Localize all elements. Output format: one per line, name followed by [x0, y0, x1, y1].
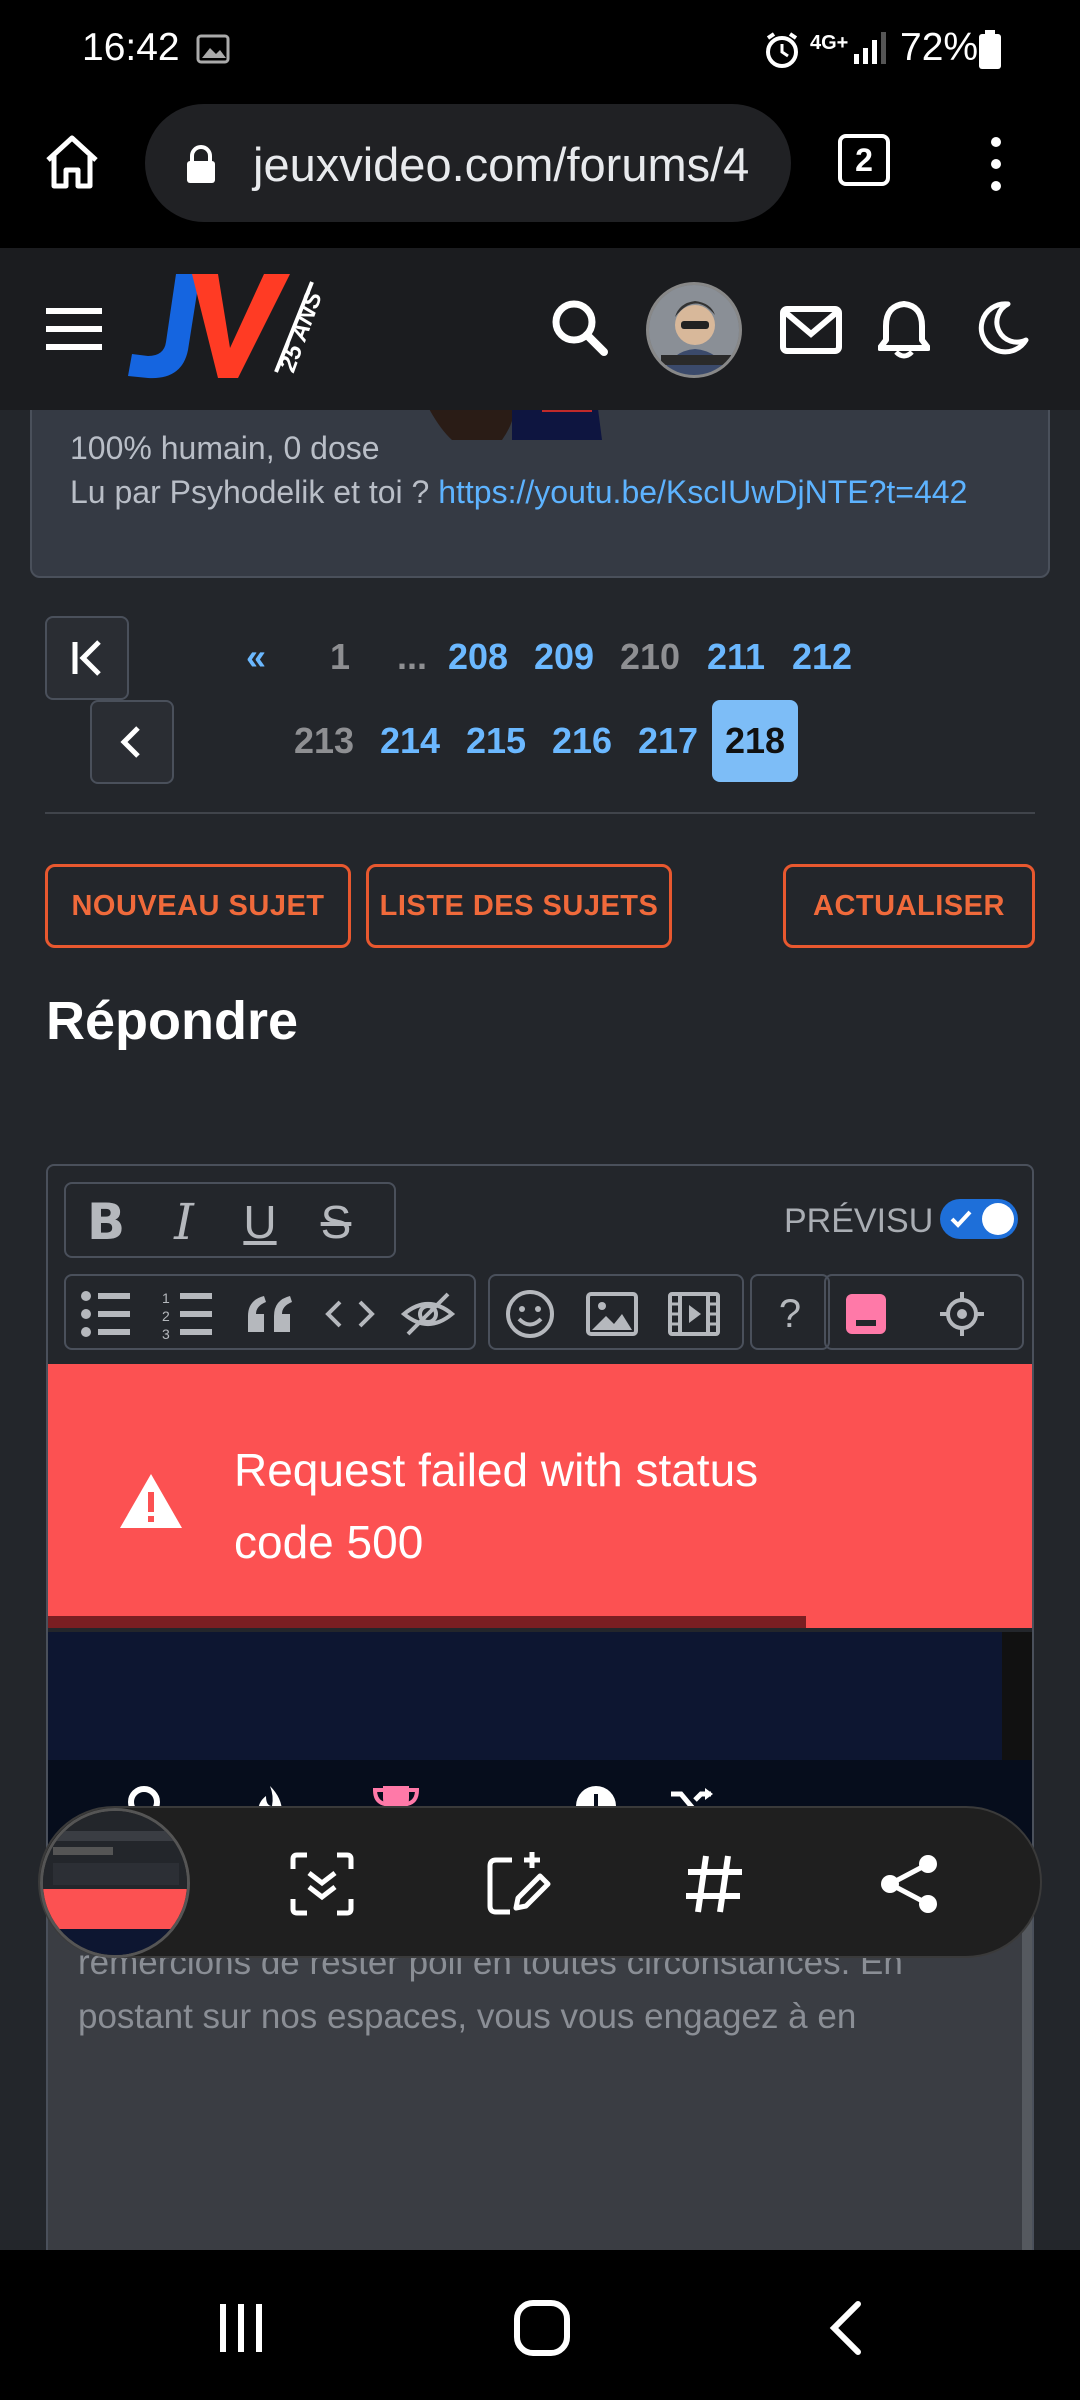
screenshot-thumbnail[interactable]	[40, 1808, 190, 1958]
page-link[interactable]: 214	[370, 720, 450, 762]
mail-icon[interactable]	[780, 306, 842, 354]
lock-icon	[185, 144, 217, 184]
media-toolbar-group	[488, 1274, 744, 1350]
signature-line-1: 100% humain, 0 dose	[70, 430, 380, 466]
toggle-knob	[982, 1203, 1014, 1235]
numbered-list-icon[interactable]: 1 2 3	[160, 1286, 216, 1342]
quote-icon[interactable]	[242, 1286, 298, 1342]
settings-icon[interactable]	[934, 1286, 990, 1342]
page-link[interactable]: 217	[628, 720, 708, 762]
toast-timer-remaining	[806, 1616, 1032, 1628]
bold-icon[interactable]: B	[78, 1193, 134, 1251]
svg-text:3: 3	[162, 1326, 170, 1339]
reply-heading: Répondre	[46, 991, 299, 1051]
browser-toolbar: jeuxvideo.com/forums/4 2	[0, 100, 1080, 248]
notifications-icon[interactable]	[878, 298, 930, 360]
site-header: 25 ANS	[0, 248, 1080, 410]
alarm-icon	[762, 30, 802, 70]
refresh-button[interactable]: ACTUALISER	[783, 864, 1035, 948]
code-icon[interactable]	[322, 1286, 378, 1342]
share-icon[interactable]	[872, 1846, 948, 1922]
tab-switcher-button[interactable]: 2	[838, 134, 890, 186]
previous-page-button[interactable]	[90, 700, 174, 784]
reply-editor: B I U S PRÉVISU 1 2 3 ? Request failed wit…	[46, 1164, 1034, 2250]
topic-list-button[interactable]: LISTE DES SUJETS	[366, 864, 672, 948]
preview-toggle[interactable]	[940, 1199, 1018, 1239]
emoji-icon[interactable]	[502, 1286, 558, 1342]
pagination-prev-arrow[interactable]: «	[216, 636, 296, 678]
signal-icon	[852, 30, 888, 66]
signature-image	[392, 410, 622, 442]
error-toast[interactable]: Request failed with status code 500	[48, 1364, 1032, 1628]
page-link[interactable]: 215	[456, 720, 536, 762]
home-icon[interactable]	[40, 130, 104, 194]
extension-toolbar-group	[824, 1274, 1024, 1350]
spoiler-icon[interactable]	[400, 1286, 456, 1342]
dark-mode-icon[interactable]	[974, 300, 1030, 356]
signature-line-2: Lu par Psyhodelik et toi ? https://youtu…	[70, 474, 967, 511]
extension-sticker-icon[interactable]	[838, 1286, 894, 1342]
recent-apps-icon[interactable]	[202, 2288, 282, 2368]
battery-icon	[978, 30, 1002, 70]
url-text: jeuxvideo.com/forums/4	[253, 138, 750, 191]
page-link[interactable]: 209	[524, 636, 604, 678]
new-topic-button[interactable]: NOUVEAU SUJET	[45, 864, 351, 948]
panel-scrollbar[interactable]	[1002, 1632, 1032, 1760]
italic-icon[interactable]: I	[156, 1193, 212, 1251]
page-link[interactable]: 210	[610, 636, 690, 678]
user-avatar[interactable]	[646, 282, 742, 378]
signature-link[interactable]: https://youtu.be/KscIUwDjNTE?t=442	[438, 474, 967, 510]
logo-badge-text: 25 ANS	[274, 287, 328, 376]
first-page-button[interactable]	[45, 616, 129, 700]
page-link[interactable]: 213	[284, 720, 364, 762]
page-link[interactable]: 216	[542, 720, 622, 762]
page-link[interactable]: 1	[300, 636, 380, 678]
system-navigation-bar	[0, 2250, 1080, 2400]
gif-results-panel	[48, 1632, 1032, 1760]
screenshot-toolbar	[38, 1806, 1042, 1958]
search-icon[interactable]	[550, 298, 610, 358]
home-button-icon[interactable]	[502, 2288, 582, 2368]
site-logo[interactable]: 25 ANS	[126, 272, 328, 384]
video-icon[interactable]	[666, 1286, 722, 1342]
help-toolbar-group: ?	[750, 1274, 830, 1350]
hashtag-icon[interactable]	[676, 1846, 752, 1922]
more-options-icon[interactable]	[980, 136, 1012, 192]
hamburger-menu-icon[interactable]	[46, 308, 102, 350]
toast-timer-progress	[48, 1616, 806, 1628]
network-type-label: 4G+	[810, 32, 849, 54]
preview-label: PRÉVISU	[784, 1202, 934, 1240]
signature-text: Lu par Psyhodelik et toi ?	[70, 474, 439, 510]
address-bar[interactable]: jeuxvideo.com/forums/4	[145, 104, 791, 222]
status-bar: 16:42 4G+ 72%	[0, 0, 1080, 100]
warning-icon	[118, 1472, 184, 1530]
svg-text:2: 2	[162, 1308, 170, 1324]
page-link[interactable]: 208	[438, 636, 518, 678]
pagination-divider	[45, 812, 1035, 814]
underline-icon[interactable]: U	[232, 1194, 288, 1250]
back-icon[interactable]	[806, 2288, 886, 2368]
help-button[interactable]: ?	[762, 1286, 818, 1342]
image-icon[interactable]	[584, 1286, 640, 1342]
battery-percent: 72%	[900, 26, 979, 69]
logo-badge: 25 ANS	[274, 288, 328, 375]
page-link[interactable]: 212	[782, 636, 862, 678]
format-toolbar-group: B I U S	[64, 1182, 396, 1258]
gallery-icon	[196, 34, 230, 64]
scroll-capture-icon[interactable]	[284, 1846, 360, 1922]
post-signature: 100% humain, 0 dose Lu par Psyhodelik et…	[30, 410, 1050, 578]
page-link[interactable]: 211	[696, 636, 776, 678]
forum-content: 100% humain, 0 dose Lu par Psyhodelik et…	[0, 410, 1080, 2250]
block-toolbar-group: 1 2 3	[64, 1274, 476, 1350]
status-time: 16:42	[82, 26, 180, 69]
svg-text:1: 1	[162, 1290, 170, 1306]
bullet-list-icon[interactable]	[78, 1286, 134, 1342]
error-message: Request failed with status code 500	[234, 1444, 759, 1568]
current-page: 218	[712, 700, 798, 782]
edit-screenshot-icon[interactable]	[480, 1846, 556, 1922]
strikethrough-icon[interactable]: S	[308, 1194, 364, 1250]
